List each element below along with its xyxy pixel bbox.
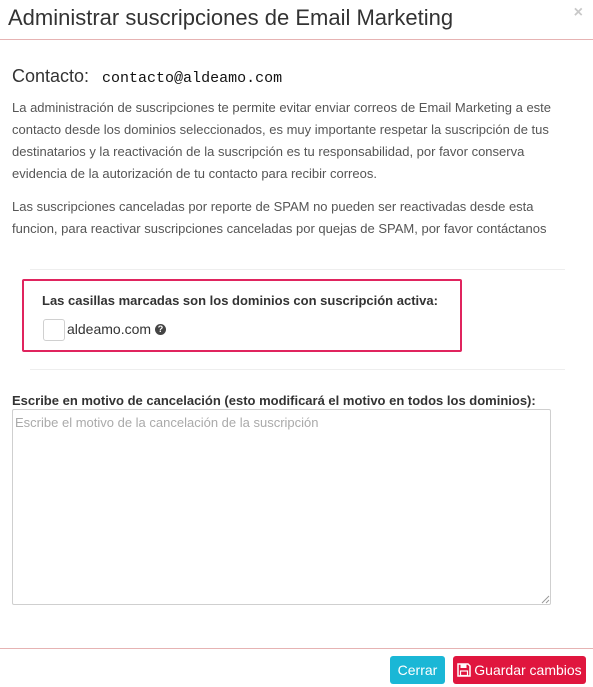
modal-title: Administrar suscripciones de Email Marke… <box>8 5 454 30</box>
description-paragraph-2: Las suscripciones canceladas por reporte… <box>12 199 547 236</box>
save-changes-button[interactable]: Guardar cambios <box>453 656 586 684</box>
domains-section: Las casillas marcadas son los dominios c… <box>22 279 462 352</box>
divider <box>30 369 565 370</box>
save-icon <box>457 663 472 677</box>
cancellation-reason-input[interactable] <box>12 409 551 605</box>
domain-item-aldeamo[interactable]: aldeamo.com ? <box>67 321 167 337</box>
resize-grip-icon[interactable] <box>540 594 550 604</box>
close-button-label: Cerrar <box>397 662 438 678</box>
domain-checkbox-aldeamo[interactable] <box>43 319 65 341</box>
close-button[interactable]: Cerrar <box>390 656 445 684</box>
contact-row: Contacto: contacto@aldeamo.com <box>12 66 282 90</box>
contact-email: contacto@aldeamo.com <box>102 70 283 87</box>
domains-heading: Las casillas marcadas son los dominios c… <box>42 293 438 308</box>
modal-footer: Cerrar Guardar cambios <box>0 648 593 687</box>
save-button-label: Guardar cambios <box>474 662 582 678</box>
contact-label: Contacto: <box>12 66 90 86</box>
cancellation-reason-label: Escribe en motivo de cancelación (esto m… <box>12 393 536 408</box>
domain-name: aldeamo.com <box>67 321 152 337</box>
divider <box>30 269 565 270</box>
close-icon[interactable]: × <box>574 4 583 22</box>
question-circle-icon[interactable]: ? <box>155 323 167 335</box>
subscriptions-modal: Administrar suscripciones de Email Marke… <box>0 0 593 687</box>
modal-header: Administrar suscripciones de Email Marke… <box>0 0 593 40</box>
description-paragraph-1: La administración de suscripciones te pe… <box>12 100 552 181</box>
